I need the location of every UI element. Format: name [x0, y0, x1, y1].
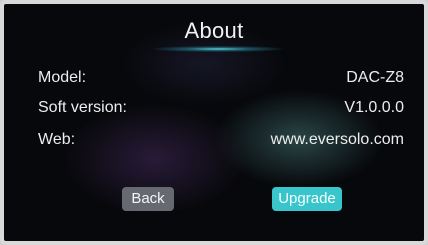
model-label: Model: — [38, 69, 87, 86]
soft-version-row: Soft version: V1.0.0.0 — [38, 99, 404, 121]
model-row: Model: DAC-Z8 — [38, 69, 404, 91]
upgrade-button[interactable]: Upgrade — [272, 187, 342, 211]
web-label: Web: — [38, 131, 76, 148]
model-value: DAC-Z8 — [346, 69, 404, 86]
web-row: Web: www.eversolo.com — [38, 131, 404, 153]
web-value: www.eversolo.com — [270, 131, 404, 148]
soft-version-label: Soft version: — [38, 99, 127, 116]
soft-version-value: V1.0.0.0 — [344, 99, 404, 116]
title-underline — [154, 46, 282, 52]
back-button[interactable]: Back — [122, 187, 174, 211]
about-screen: About Model: DAC-Z8 Soft version: V1.0.0… — [0, 0, 428, 245]
page-title: About — [184, 18, 244, 43]
